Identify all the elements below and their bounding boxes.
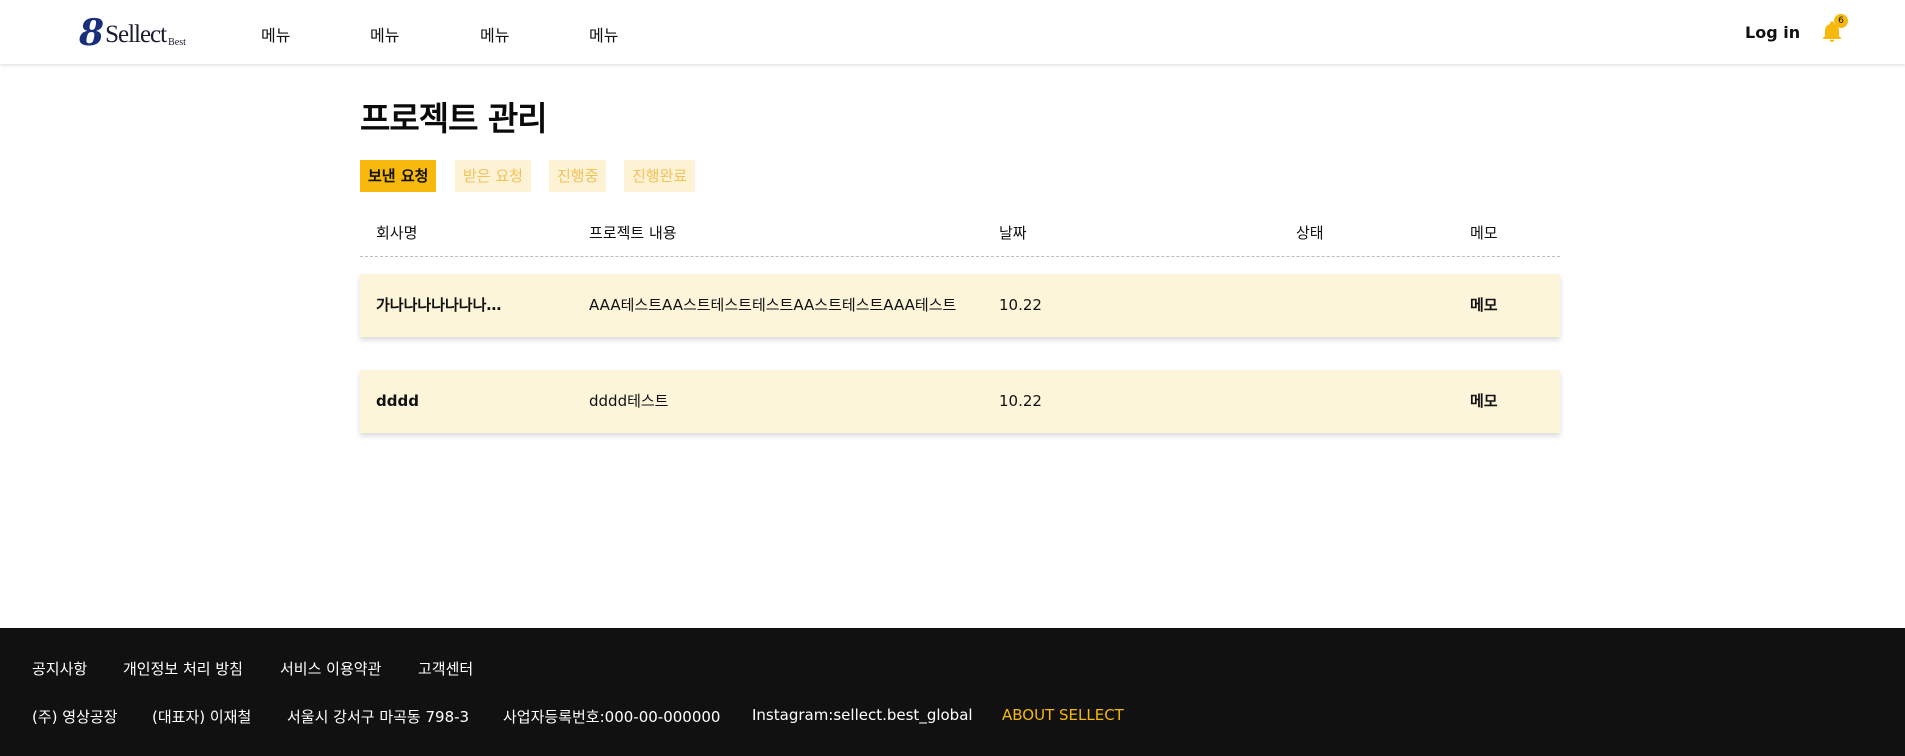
logo-text: Sellect xyxy=(105,21,167,48)
column-header-content: 프로젝트 내용 xyxy=(589,224,677,242)
footer-link-notice[interactable]: 공지사항 xyxy=(32,658,87,679)
column-header-memo: 메모 xyxy=(1470,224,1498,242)
tab-in-progress[interactable]: 진행중 xyxy=(549,160,607,192)
tab-completed[interactable]: 진행완료 xyxy=(624,160,696,192)
column-header-date: 날짜 xyxy=(999,224,1027,242)
table-row[interactable]: dddd dddd테스트 10.22 메모 xyxy=(360,370,1560,433)
row-date: 10.22 xyxy=(999,296,1042,314)
footer-link-support[interactable]: 고객센터 xyxy=(418,658,473,679)
tab-received-requests[interactable]: 받은 요청 xyxy=(455,160,531,192)
nav-menu-3[interactable]: 메뉴 xyxy=(480,22,509,46)
row-company: 가나나나나나나나… xyxy=(376,296,502,314)
table-header-divider xyxy=(360,256,1560,257)
row-company: dddd xyxy=(376,392,419,410)
row-date: 10.22 xyxy=(999,392,1042,410)
nav-menu-1[interactable]: 메뉴 xyxy=(261,22,290,46)
sellect-logo[interactable]: 8 Sellect Best xyxy=(79,12,186,54)
row-content: AAA테스트AA스트테스트테스트AA스트테스트AAA테스트 xyxy=(589,296,957,314)
top-header: 8 Sellect Best 메뉴 메뉴 메뉴 메뉴 Log in 6 xyxy=(0,0,1905,64)
footer-link-privacy[interactable]: 개인정보 처리 방침 xyxy=(123,658,243,679)
footer-about-link[interactable]: ABOUT SELLECT xyxy=(1002,706,1124,724)
logo-sub: Best xyxy=(168,37,186,48)
nav-menu-2[interactable]: 메뉴 xyxy=(370,22,399,46)
nav-menu-4[interactable]: 메뉴 xyxy=(589,22,618,46)
row-memo-button[interactable]: 메모 xyxy=(1470,370,1498,433)
footer-link-terms[interactable]: 서비스 이용약관 xyxy=(280,658,381,679)
row-memo-button[interactable]: 메모 xyxy=(1470,274,1498,337)
footer-address: 서울시 강서구 마곡동 798-3 xyxy=(287,708,470,726)
footer-business-number: 사업자등록번호:000-00-000000 xyxy=(503,708,721,726)
table-row[interactable]: 가나나나나나나나… AAA테스트AA스트테스트테스트AA스트테스트AAA테스트 … xyxy=(360,274,1560,337)
footer-ceo: (대표자) 이재철 xyxy=(152,708,252,726)
site-footer: 공지사항 개인정보 처리 방침 서비스 이용약관 고객센터 (주) 영상공장 (… xyxy=(0,628,1905,756)
column-header-status: 상태 xyxy=(1296,224,1324,242)
footer-instagram: Instagram:sellect.best_global xyxy=(752,706,973,724)
notification-badge: 6 xyxy=(1834,14,1848,28)
footer-company-name: (주) 영상공장 xyxy=(32,708,118,726)
tab-sent-requests[interactable]: 보낸 요청 xyxy=(360,160,437,192)
page-title: 프로젝트 관리 xyxy=(360,99,548,138)
column-header-company: 회사명 xyxy=(376,224,418,242)
row-content: dddd테스트 xyxy=(589,392,669,410)
logo-mark: 8 xyxy=(79,12,105,54)
login-link[interactable]: Log in xyxy=(1745,23,1800,42)
